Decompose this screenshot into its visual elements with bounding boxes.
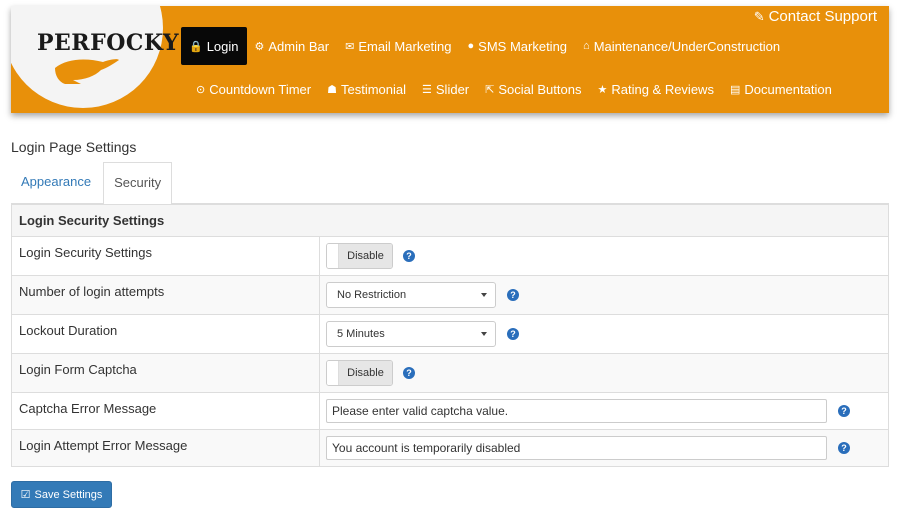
login-attempt-error-message-input[interactable] bbox=[326, 436, 827, 460]
login-attempts-select[interactable]: No Restriction bbox=[326, 282, 496, 308]
help-icon[interactable]: ? bbox=[403, 250, 415, 262]
toggle-state: Disable bbox=[339, 244, 392, 268]
ticket-icon: ✎ bbox=[753, 9, 765, 24]
sliders-icon: ☰ bbox=[422, 83, 432, 96]
row-label: Login Form Captcha bbox=[11, 353, 320, 393]
lockout-duration-select[interactable]: 5 Minutes bbox=[326, 321, 496, 347]
hand-logo-icon bbox=[55, 59, 119, 84]
chevron-down-icon bbox=[481, 332, 487, 336]
gear-icon: ⚙ bbox=[254, 40, 265, 53]
check-square-icon: ☑ bbox=[20, 489, 31, 501]
contact-support-link[interactable]: ✎ Contact Support bbox=[754, 8, 877, 25]
users-icon: ☗ bbox=[327, 83, 337, 96]
brand-logo: PERFOCKY bbox=[37, 30, 180, 56]
help-icon[interactable]: ? bbox=[403, 367, 415, 379]
table-row: Lockout Duration 5 Minutes ? bbox=[11, 314, 889, 354]
top-header: PERFOCKY ✎ Contact Support 🔒 Login ⚙ Admin … bbox=[11, 6, 889, 113]
chevron-down-icon bbox=[481, 293, 487, 297]
login-security-toggle[interactable]: Disable bbox=[326, 243, 393, 269]
row-label: Login Security Settings bbox=[11, 236, 320, 276]
main-nav-row-1: 🔒 Login ⚙ Admin Bar ✉ Email Marketing ● SMS … bbox=[181, 27, 788, 65]
comments-icon: ● bbox=[467, 40, 475, 52]
table-heading: Login Security Settings bbox=[11, 204, 889, 237]
nav-slider[interactable]: ☰ Slider bbox=[414, 78, 477, 100]
nav-rating-reviews[interactable]: ★ Rating & Reviews bbox=[589, 78, 721, 100]
nav-sms-marketing[interactable]: ● SMS Marketing bbox=[460, 27, 576, 65]
book-icon: ▤ bbox=[729, 83, 741, 96]
nav-testimonial[interactable]: ☗ Testimonial bbox=[319, 78, 414, 100]
nav-maintenance[interactable]: ⌂ Maintenance/UnderConstruction bbox=[575, 27, 788, 65]
tab-appearance[interactable]: Appearance bbox=[11, 162, 101, 204]
row-label: Lockout Duration bbox=[11, 314, 320, 354]
help-icon[interactable]: ? bbox=[838, 442, 850, 454]
clock-icon: ⊙ bbox=[196, 83, 206, 96]
table-row: Captcha Error Message ? bbox=[11, 392, 889, 430]
main-nav-row-2: ⊙ Countdown Timer ☗ Testimonial ☰ Slider ⇱ S… bbox=[188, 78, 840, 100]
table-row: Number of login attempts No Restriction … bbox=[11, 275, 889, 315]
security-settings-table: Login Security Settings Login Security S… bbox=[11, 204, 889, 467]
share-icon: ⇱ bbox=[485, 83, 495, 96]
envelope-icon: ✉ bbox=[345, 40, 355, 53]
nav-login[interactable]: 🔒 Login bbox=[181, 27, 247, 65]
star-icon: ★ bbox=[597, 83, 608, 96]
row-label: Captcha Error Message bbox=[11, 392, 320, 430]
login-captcha-toggle[interactable]: Disable bbox=[326, 360, 393, 386]
page-title: Login Page Settings bbox=[11, 139, 137, 155]
captcha-error-message-input[interactable] bbox=[326, 399, 827, 423]
settings-tabs: Appearance Security bbox=[11, 162, 889, 205]
row-label: Login Attempt Error Message bbox=[11, 429, 320, 467]
table-row: Login Security Settings Disable ? bbox=[11, 236, 889, 276]
toggle-knob bbox=[327, 244, 339, 268]
help-icon[interactable]: ? bbox=[838, 405, 850, 417]
help-icon[interactable]: ? bbox=[507, 289, 519, 301]
table-row: Login Form Captcha Disable ? bbox=[11, 353, 889, 393]
row-label: Number of login attempts bbox=[11, 275, 320, 315]
home-icon: ⌂ bbox=[583, 40, 590, 52]
nav-email-marketing[interactable]: ✉ Email Marketing bbox=[337, 27, 459, 65]
help-icon[interactable]: ? bbox=[507, 328, 519, 340]
nav-countdown-timer[interactable]: ⊙ Countdown Timer bbox=[188, 78, 319, 100]
tab-security[interactable]: Security bbox=[103, 162, 173, 205]
nav-social-buttons[interactable]: ⇱ Social Buttons bbox=[477, 78, 589, 100]
nav-admin-bar[interactable]: ⚙ Admin Bar bbox=[247, 27, 338, 65]
toggle-knob bbox=[327, 361, 339, 385]
table-row: Login Attempt Error Message ? bbox=[11, 429, 889, 467]
toggle-state: Disable bbox=[339, 361, 392, 385]
save-settings-button[interactable]: ☑ Save Settings bbox=[11, 481, 112, 508]
nav-documentation[interactable]: ▤ Documentation bbox=[722, 78, 840, 100]
lock-icon: 🔒 bbox=[189, 40, 203, 53]
